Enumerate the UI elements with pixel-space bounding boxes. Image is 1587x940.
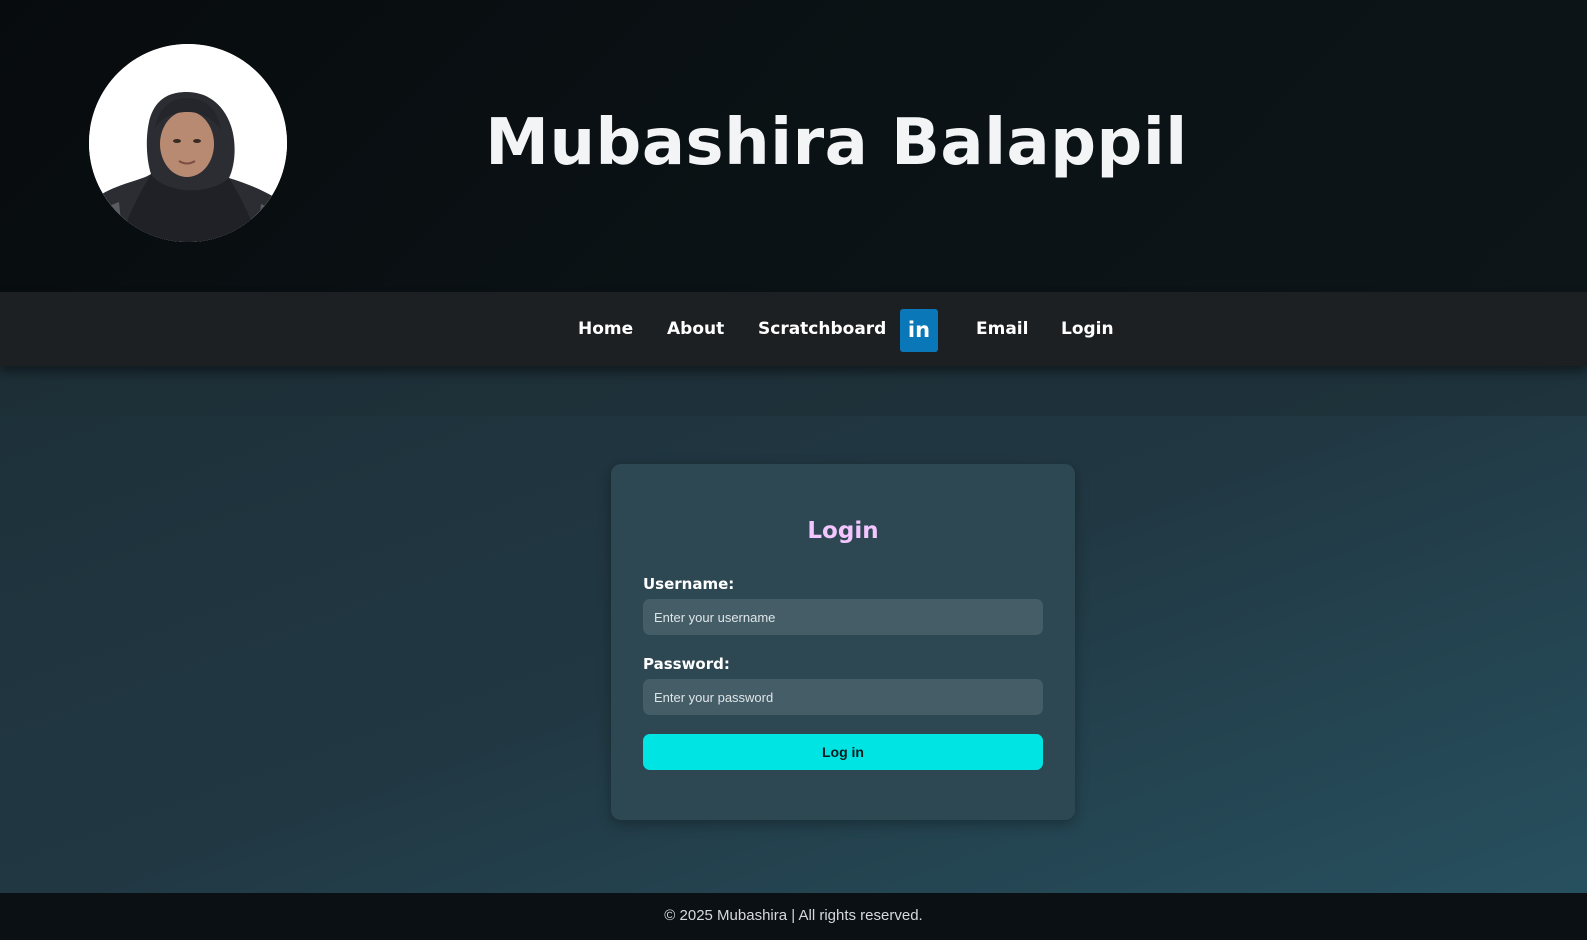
login-button[interactable]: Log in — [643, 734, 1043, 770]
nav-login-link[interactable]: Login — [1061, 292, 1114, 366]
login-title: Login — [807, 518, 879, 544]
password-input[interactable] — [643, 679, 1043, 715]
footer-copyright: © 2025 Mubashira | All rights reserved. — [664, 907, 923, 924]
site-footer: © 2025 Mubashira | All rights reserved. — [0, 893, 1587, 940]
site-header: Mubashira Balappil — [0, 0, 1587, 292]
main-content: Login Username: Password: Log in — [0, 366, 1587, 893]
nav-home-link[interactable]: Home — [578, 292, 633, 366]
content-band — [0, 366, 1587, 416]
username-label: Username: — [643, 575, 735, 593]
login-card: Login Username: Password: Log in — [611, 464, 1075, 820]
username-input[interactable] — [643, 599, 1043, 635]
linkedin-icon[interactable]: in — [900, 309, 938, 352]
page: Mubashira Balappil Home About Scratchboa… — [0, 0, 1587, 940]
main-nav: Home About Scratchboard Email Login — [0, 292, 1587, 366]
nav-email-link[interactable]: Email — [976, 292, 1028, 366]
site-title: Mubashira Balappil — [485, 106, 1188, 180]
nav-scratchboard-link[interactable]: Scratchboard — [758, 292, 886, 366]
nav-about-link[interactable]: About — [667, 292, 724, 366]
password-label: Password: — [643, 655, 730, 673]
